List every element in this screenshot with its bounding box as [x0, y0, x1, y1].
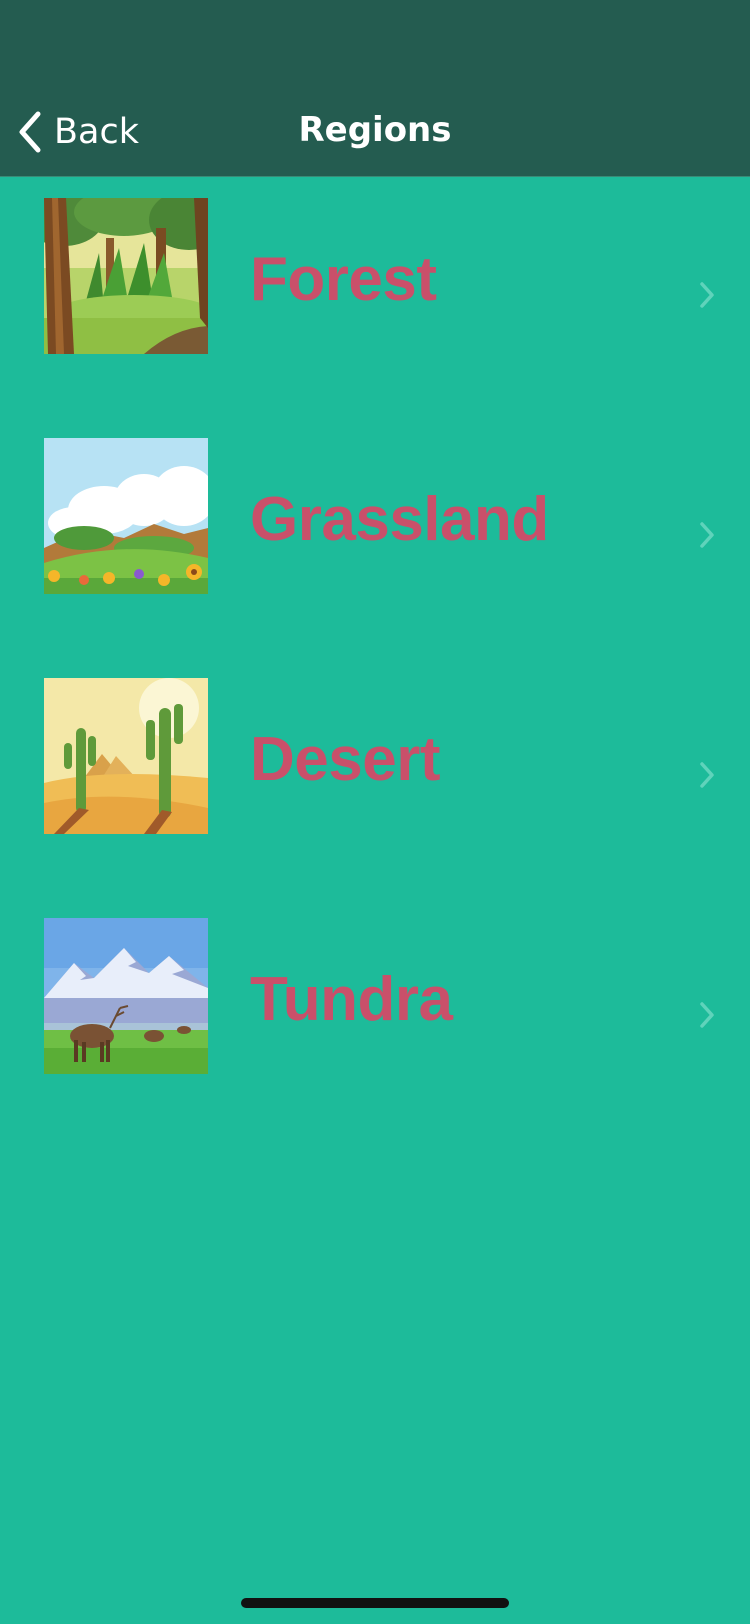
- regions-screen: Back Regions Forest Grassland Desert Tun…: [0, 0, 750, 1624]
- navigation-bar: Back Regions: [0, 0, 750, 177]
- chevron-right-icon: [700, 1002, 714, 1028]
- region-row-tundra[interactable]: Tundra: [0, 896, 750, 1136]
- grassland-image: [44, 438, 208, 594]
- home-indicator[interactable]: [241, 1598, 509, 1608]
- region-row-grassland[interactable]: Grassland: [0, 416, 750, 656]
- regions-list: Forest Grassland Desert Tundra: [0, 176, 750, 1136]
- forest-image: [44, 198, 208, 354]
- desert-image: [44, 678, 208, 834]
- region-row-desert[interactable]: Desert: [0, 656, 750, 896]
- region-row-forest[interactable]: Forest: [0, 176, 750, 416]
- region-label: Grassland: [250, 485, 549, 554]
- region-label: Forest: [250, 245, 437, 314]
- region-label: Tundra: [250, 965, 453, 1034]
- chevron-right-icon: [700, 282, 714, 308]
- chevron-right-icon: [700, 762, 714, 788]
- back-label: Back: [54, 112, 139, 152]
- back-button[interactable]: Back: [16, 108, 139, 156]
- region-label: Desert: [250, 725, 441, 794]
- chevron-right-icon: [700, 522, 714, 548]
- chevron-left-icon: [19, 111, 41, 153]
- tundra-image: [44, 918, 208, 1074]
